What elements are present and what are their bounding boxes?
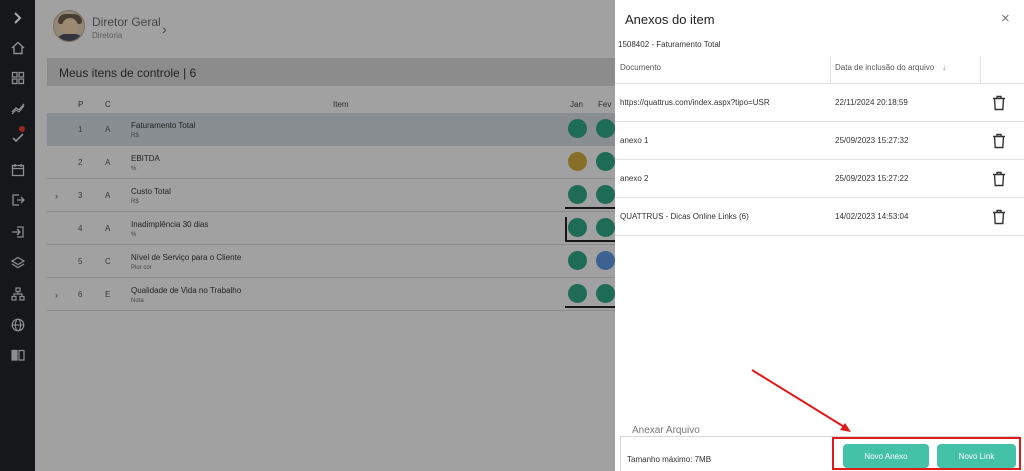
attachment-date: 25/09/2023 15:27:32 [835, 136, 909, 145]
trash-icon[interactable] [992, 95, 1006, 111]
sort-arrow-down-icon[interactable]: ↓ [942, 63, 946, 72]
dialog-title: Anexos do item [625, 12, 715, 27]
trash-icon[interactable] [992, 209, 1006, 225]
attach-file-legend: Anexar Arquivo [629, 425, 703, 436]
trash-icon[interactable] [992, 171, 1006, 187]
attachment-document[interactable]: anexo 2 [620, 174, 648, 183]
attachment-date: 25/09/2023 15:27:22 [835, 174, 909, 183]
column-header-date[interactable]: Data de inclusão do arquivo [835, 63, 934, 72]
attachment-date: 22/11/2024 20:18:59 [835, 98, 908, 107]
attachment-row[interactable]: anexo 1 25/09/2023 15:27:32 [615, 122, 1024, 160]
attachment-document[interactable]: anexo 1 [620, 136, 648, 145]
attachment-row[interactable]: anexo 2 25/09/2023 15:27:22 [615, 160, 1024, 198]
attachment-row[interactable]: https://quattrus.com/index.aspx?tipo=USR… [615, 84, 1024, 122]
highlight-box [832, 437, 1021, 470]
close-icon[interactable]: × [1001, 10, 1010, 27]
trash-icon[interactable] [992, 133, 1006, 149]
max-size-note: Tamanho máximo: 7MB [627, 455, 712, 464]
attachment-date: 14/02/2023 14:53:04 [835, 212, 909, 221]
modal-backdrop[interactable] [0, 0, 615, 471]
column-header-document[interactable]: Documento [620, 63, 661, 72]
attachments-dialog: Anexos do item × 1508402 - Faturamento T… [615, 0, 1024, 471]
dialog-subtitle: 1508402 - Faturamento Total [618, 40, 721, 49]
attachment-document[interactable]: https://quattrus.com/index.aspx?tipo=USR [620, 98, 770, 107]
attachment-row[interactable]: QUATTRUS - Dicas Online Links (6) 14/02/2… [615, 198, 1024, 236]
attachment-document[interactable]: QUATTRUS - Dicas Online Links (6) [620, 212, 749, 221]
